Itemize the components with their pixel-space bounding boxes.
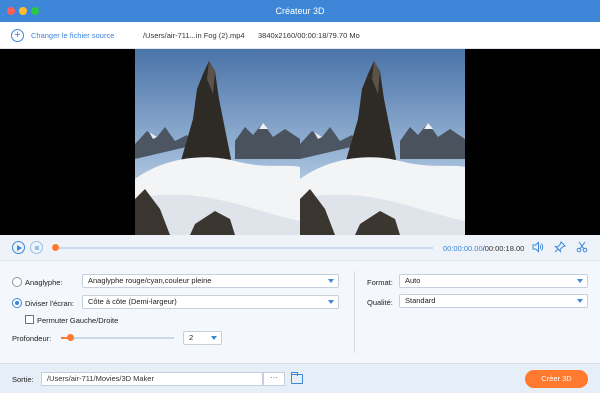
quality-select-value: Standard <box>405 296 436 305</box>
time-readout: 00:00:00.00/00:00:18.00 <box>443 244 524 253</box>
anaglyph-select[interactable]: Anaglyphe rouge/cyan,couleur pleine <box>82 274 339 288</box>
change-source-link[interactable]: Changer le fichier source <box>31 31 114 40</box>
preview-right-view <box>300 49 465 235</box>
source-bar: + Changer le fichier source /Users/air-7… <box>0 22 600 49</box>
chevron-down-icon <box>577 299 583 303</box>
swap-left-right-label: Permuter Gauche/Droite <box>37 316 119 325</box>
title-bar: Créateur 3D <box>0 0 600 22</box>
scissors-icon[interactable] <box>575 241 589 255</box>
preview-left-view <box>135 49 300 235</box>
video-preview <box>0 49 600 235</box>
format-select-value: Auto <box>405 276 421 285</box>
depth-select[interactable]: 2 <box>183 331 222 345</box>
timeline-track[interactable] <box>55 247 433 249</box>
output-path-field[interactable]: /Users/air-711/Movies/3D Maker <box>41 372 263 386</box>
format-label: Format: <box>367 278 393 287</box>
quality-label: Qualité: <box>367 298 393 307</box>
chevron-down-icon <box>577 279 583 283</box>
anaglyph-select-value: Anaglyphe rouge/cyan,couleur pleine <box>88 276 212 285</box>
settings-divider <box>354 271 355 353</box>
chevron-down-icon <box>328 279 334 283</box>
output-bar: Sortie: /Users/air-711/Movies/3D Maker ·… <box>0 363 600 393</box>
playback-controls: 00:00:00.00/00:00:18.00 <box>0 235 600 261</box>
chevron-down-icon <box>328 300 334 304</box>
play-icon[interactable] <box>12 241 25 254</box>
depth-slider-knob[interactable] <box>67 334 74 341</box>
split-screen-select-value: Côte à côte (Demi-largeur) <box>88 297 177 306</box>
timeline-knob[interactable] <box>52 244 59 251</box>
chevron-down-icon <box>211 336 217 340</box>
format-select[interactable]: Auto <box>399 274 588 288</box>
quality-select[interactable]: Standard <box>399 294 588 308</box>
settings-panel: Anaglyphe: Anaglyphe rouge/cyan,couleur … <box>0 261 600 363</box>
output-label: Sortie: <box>12 375 34 384</box>
source-file-path: /Users/air-711...in Fog (2).mp4 <box>143 31 245 40</box>
split-screen-select[interactable]: Côte à côte (Demi-largeur) <box>82 295 339 309</box>
anaglyph-label: Anaglyphe: <box>25 278 63 287</box>
current-time: 00:00:00.00 <box>443 244 483 253</box>
window-title: Créateur 3D <box>275 6 325 16</box>
folder-icon[interactable] <box>291 372 303 384</box>
anaglyph-radio[interactable] <box>12 277 22 287</box>
pin-icon[interactable] <box>553 241 567 255</box>
volume-icon[interactable] <box>531 241 545 255</box>
source-file-info: 3840x2160/00:00:18/79.70 Mo <box>258 31 360 40</box>
depth-label: Profondeur: <box>12 334 52 343</box>
swap-left-right-checkbox[interactable] <box>25 315 34 324</box>
plus-circle-icon[interactable]: + <box>11 29 24 42</box>
create-3d-button[interactable]: Créer 3D <box>525 370 588 388</box>
stop-icon[interactable] <box>30 241 43 254</box>
split-screen-radio[interactable] <box>12 298 22 308</box>
browse-output-button[interactable]: ··· <box>263 372 285 386</box>
depth-select-value: 2 <box>189 333 194 342</box>
total-time: /00:00:18.00 <box>482 244 525 253</box>
depth-slider-track[interactable] <box>61 337 174 339</box>
split-screen-label: Diviser l'écran: <box>25 299 74 308</box>
